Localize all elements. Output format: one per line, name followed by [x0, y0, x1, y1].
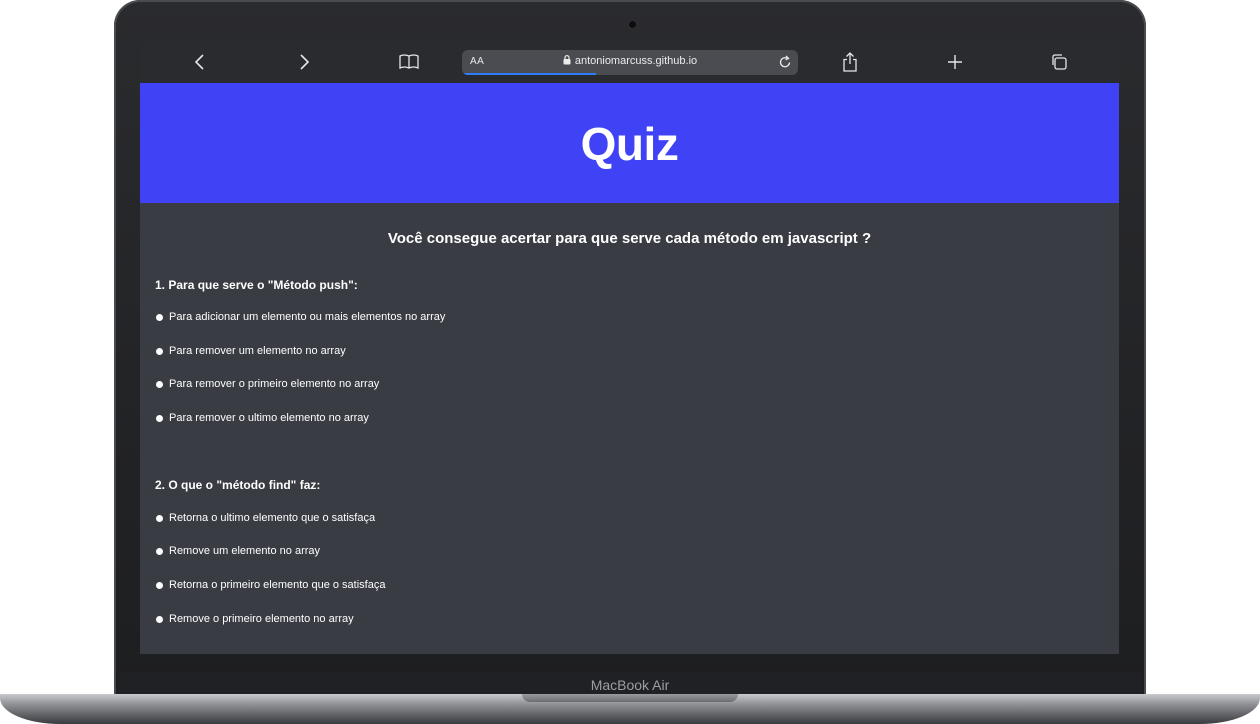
- browser-screen: AA antoniomarcuss.github.io Quiz Você co…: [140, 42, 1119, 654]
- reload-icon[interactable]: [778, 54, 792, 75]
- option-label: Para remover o primeiro elemento no arra…: [169, 378, 380, 390]
- q1-option-3[interactable]: Para remover o primeiro elemento no arra…: [156, 378, 379, 390]
- option-label: Remove o primeiro elemento no array: [169, 613, 354, 625]
- open-book-icon[interactable]: [397, 50, 421, 74]
- hinge-notch: [522, 694, 738, 702]
- chevron-right-icon[interactable]: [292, 50, 316, 74]
- option-label: Retorna o primeiro elemento que o satisf…: [169, 579, 386, 591]
- camera-icon: [629, 21, 636, 28]
- radio-button[interactable]: [156, 615, 163, 623]
- option-label: Para adicionar um elemento ou mais eleme…: [169, 311, 446, 323]
- page-title: Quiz: [580, 118, 679, 170]
- device-label: MacBook Air: [590, 677, 670, 693]
- radio-button[interactable]: [156, 380, 163, 388]
- plus-icon[interactable]: [943, 50, 967, 74]
- tabs-icon[interactable]: [1047, 50, 1071, 74]
- page-load-progress: [462, 73, 597, 75]
- laptop-base: [0, 694, 1260, 724]
- page-header: Quiz: [140, 83, 1119, 203]
- option-label: Remove um elemento no array: [169, 545, 321, 557]
- radio-button[interactable]: [156, 547, 163, 555]
- q1-option-2[interactable]: Para remover um elemento no array: [156, 345, 346, 357]
- radio-button[interactable]: [156, 581, 163, 589]
- q2-option-2[interactable]: Remove um elemento no array: [156, 545, 320, 557]
- option-label: Retorna o ultimo elemento que o satisfaç…: [169, 512, 376, 524]
- url-display: antoniomarcuss.github.io: [462, 55, 798, 67]
- q2-option-4[interactable]: Remove o primeiro elemento no array: [156, 613, 354, 625]
- q1-option-4[interactable]: Para remover o ultimo elemento no array: [156, 412, 369, 424]
- radio-button[interactable]: [156, 313, 163, 321]
- question-2: 2. O que o "método find" faz:: [155, 478, 321, 492]
- url-text: antoniomarcuss.github.io: [574, 55, 698, 67]
- radio-button[interactable]: [156, 347, 163, 355]
- question-1: 1. Para que serve o "Método push":: [155, 278, 358, 292]
- browser-toolbar: AA antoniomarcuss.github.io: [140, 42, 1119, 83]
- option-label: Para remover um elemento no array: [169, 345, 346, 357]
- q2-option-1[interactable]: Retorna o ultimo elemento que o satisfaç…: [156, 512, 375, 524]
- q2-option-3[interactable]: Retorna o primeiro elemento que o satisf…: [156, 579, 385, 591]
- share-icon[interactable]: [838, 50, 862, 74]
- chevron-left-icon[interactable]: [188, 50, 212, 74]
- radio-button[interactable]: [156, 414, 163, 422]
- lock-icon: [563, 55, 571, 65]
- option-label: Para remover o ultimo elemento no array: [169, 412, 369, 424]
- quiz-intro: Você consegue acertar para que serve cad…: [387, 230, 872, 247]
- radio-button[interactable]: [156, 514, 163, 522]
- url-bar[interactable]: AA antoniomarcuss.github.io: [462, 50, 798, 75]
- q1-option-1[interactable]: Para adicionar um elemento ou mais eleme…: [156, 311, 445, 323]
